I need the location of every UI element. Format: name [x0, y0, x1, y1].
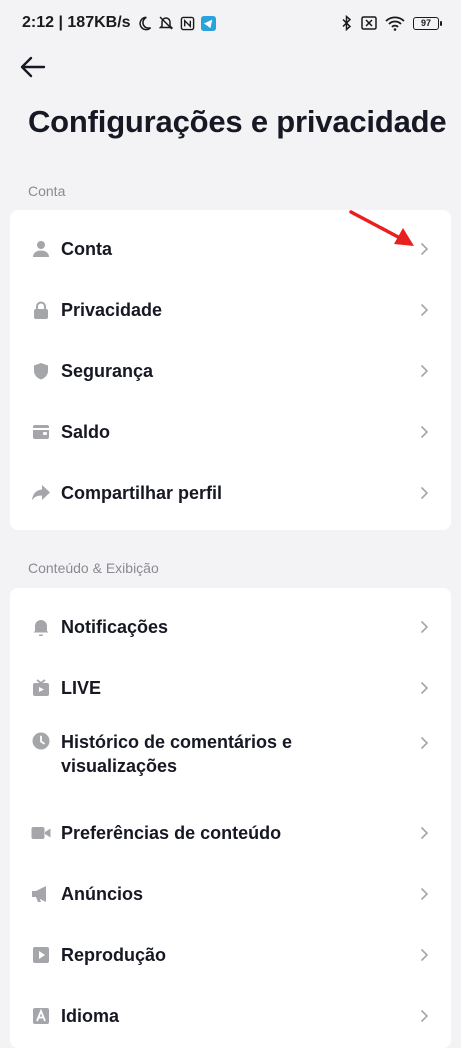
settings-item-label: Segurança [61, 360, 154, 381]
chevron-right-icon [417, 425, 431, 439]
settings-item-label: Privacidade [61, 299, 163, 320]
settings-item-reproducao[interactable]: Reprodução [10, 924, 451, 985]
chevron-right-icon [417, 826, 431, 840]
settings-item-anuncios[interactable]: Anúncios [10, 863, 451, 924]
back-button[interactable] [18, 52, 48, 82]
settings-item-privacidade[interactable]: Privacidade [10, 279, 451, 340]
shield-icon [30, 360, 52, 382]
status-bar: 2:12 | 187KB/s 97 [0, 0, 461, 46]
moon-icon [137, 16, 152, 31]
settings-item-notificacoes[interactable]: Notificações [10, 596, 451, 657]
chevron-right-icon [417, 486, 431, 500]
annotation-arrow-icon [348, 208, 418, 255]
play-icon [30, 944, 52, 966]
telegram-icon [200, 15, 216, 31]
settings-item-label: Compartilhar perfil [61, 482, 223, 503]
settings-item-label: Saldo [61, 421, 111, 442]
video-camera-icon [30, 822, 52, 844]
share-icon [30, 482, 52, 504]
bell-off-icon [158, 15, 174, 31]
settings-item-live[interactable]: LIVE [10, 657, 451, 718]
settings-item-preferencias-conteudo[interactable]: Preferências de conteúdo [10, 802, 451, 863]
settings-item-saldo[interactable]: Saldo [10, 401, 451, 462]
settings-item-label: Histórico de comentários e visualizações [61, 732, 293, 776]
chevron-right-icon [417, 887, 431, 901]
section-label-conta: Conta [28, 183, 66, 199]
chevron-right-icon [417, 948, 431, 962]
chevron-right-icon [417, 364, 431, 378]
chevron-right-icon [417, 242, 431, 256]
settings-item-label: LIVE [61, 677, 102, 698]
settings-item-seguranca[interactable]: Segurança [10, 340, 451, 401]
settings-item-idioma[interactable]: Idioma [10, 985, 451, 1046]
settings-item-label: Reprodução [61, 944, 167, 965]
battery-indicator: 97 [413, 16, 442, 30]
chevron-right-icon [417, 303, 431, 317]
settings-item-historico[interactable]: Histórico de comentários e visualizações [10, 718, 451, 802]
wallet-icon [30, 421, 52, 443]
megaphone-icon [30, 883, 52, 905]
status-time-speed: 2:12 | 187KB/s [22, 14, 131, 31]
settings-item-label: Preferências de conteúdo [61, 822, 282, 843]
nfc-icon [180, 16, 195, 31]
arrow-left-icon [20, 56, 46, 78]
person-icon [30, 238, 52, 260]
chevron-right-icon [417, 736, 431, 750]
content-settings-card: Notificações LIVE Histórico de comentári… [10, 588, 451, 1048]
settings-item-compartilhar-perfil[interactable]: Compartilhar perfil [10, 462, 451, 523]
chevron-right-icon [417, 681, 431, 695]
clock-icon [30, 730, 52, 752]
settings-item-label: Anúncios [61, 883, 144, 904]
section-label-conteudo-exibicao: Conteúdo & Exibição [28, 560, 159, 576]
page-title: Configurações e privacidade [28, 104, 447, 139]
settings-item-label: Notificações [61, 616, 169, 637]
bluetooth-icon [341, 15, 353, 31]
tv-icon [30, 677, 52, 699]
wifi-icon [385, 16, 405, 31]
chevron-right-icon [417, 620, 431, 634]
account-settings-card: Conta Privacidade Segurança Saldo Compar… [10, 210, 451, 530]
language-icon [30, 1005, 52, 1027]
no-sim-icon [361, 16, 377, 30]
lock-icon [30, 299, 52, 321]
bell-icon [30, 616, 52, 638]
chevron-right-icon [417, 1009, 431, 1023]
